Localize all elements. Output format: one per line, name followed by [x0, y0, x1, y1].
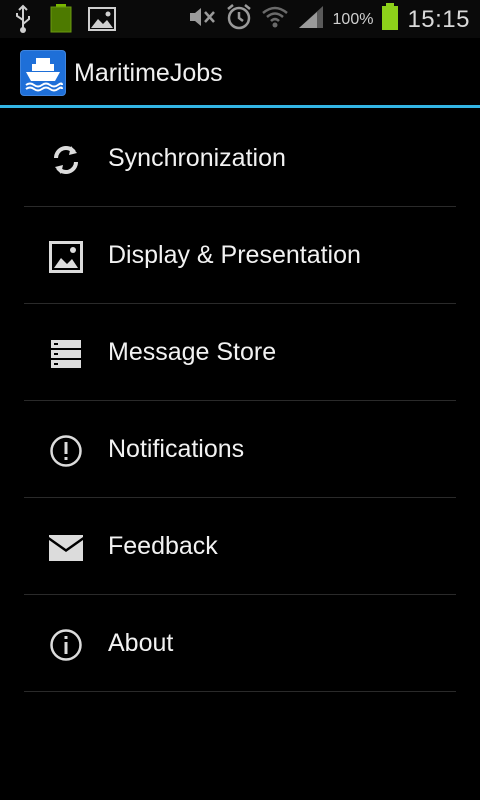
battery-notification-icon — [48, 4, 74, 39]
menu-item-feedback[interactable]: Feedback — [24, 498, 456, 595]
status-left-icons — [12, 4, 116, 39]
usb-icon — [12, 4, 34, 39]
menu-item-display-presentation[interactable]: Display & Presentation — [24, 207, 456, 304]
signal-icon — [297, 4, 325, 35]
image-icon — [48, 239, 84, 275]
status-bar: 100% 15:15 — [0, 0, 480, 38]
settings-menu: Synchronization Display & Presentation M… — [24, 110, 456, 692]
status-time: 15:15 — [407, 5, 470, 33]
status-right-icons: 100% 15:15 — [187, 3, 470, 36]
wifi-icon — [261, 4, 289, 35]
menu-item-notifications[interactable]: Notifications — [24, 401, 456, 498]
mail-icon — [48, 530, 84, 566]
battery-icon — [381, 3, 399, 36]
action-bar: MaritimeJobs — [0, 38, 480, 106]
menu-item-label: Message Store — [108, 338, 277, 366]
menu-item-synchronization[interactable]: Synchronization — [24, 110, 456, 207]
menu-item-label: Display & Presentation — [108, 241, 361, 269]
menu-item-label: Synchronization — [108, 144, 286, 172]
storage-icon — [48, 336, 84, 372]
alert-icon — [48, 433, 84, 469]
menu-item-label: About — [108, 629, 174, 657]
ship-icon — [25, 58, 63, 92]
action-bar-divider — [0, 105, 480, 108]
alarm-icon — [225, 3, 253, 36]
mute-icon — [187, 4, 217, 35]
info-icon — [48, 627, 84, 663]
app-title: MaritimeJobs — [74, 59, 223, 87]
app-screen: 100% 15:15 MaritimeJobs Synchronization … — [0, 0, 480, 800]
battery-percent: 100% — [332, 10, 374, 28]
menu-item-label: Notifications — [108, 435, 245, 463]
app-logo[interactable] — [20, 50, 66, 96]
menu-item-about[interactable]: About — [24, 595, 456, 692]
sync-icon — [48, 142, 84, 178]
gallery-icon — [88, 6, 116, 37]
menu-item-label: Feedback — [108, 532, 218, 560]
menu-item-message-store[interactable]: Message Store — [24, 304, 456, 401]
